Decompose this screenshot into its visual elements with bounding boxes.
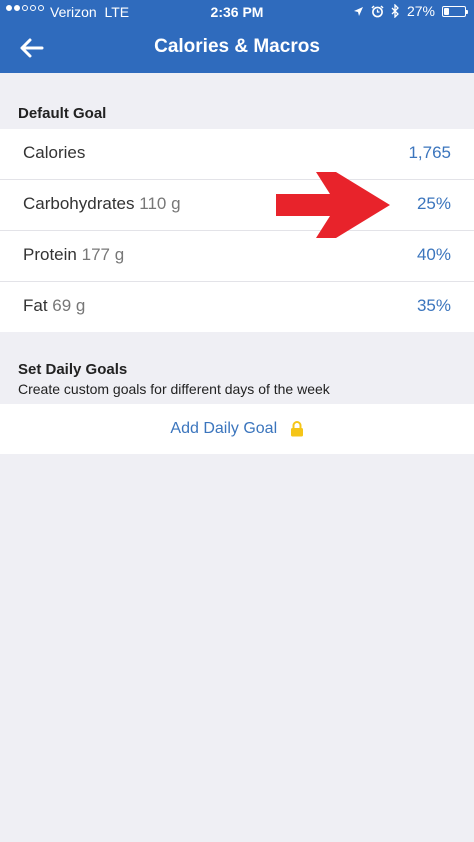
- default-goal-list: Calories 1,765 Carbohydrates 110 g 25% P…: [0, 129, 474, 332]
- top-bar: Verizon LTE 2:36 PM 27% Calories & Macro…: [0, 0, 474, 73]
- set-daily-goals-header: Set Daily Goals: [18, 361, 128, 378]
- add-daily-goal-label: Add Daily Goal: [170, 420, 278, 437]
- red-arrow-annotation-icon: [276, 172, 390, 238]
- default-goal-header: Default Goal: [18, 105, 107, 122]
- status-icons: 27%: [353, 3, 468, 19]
- fat-grams: 69 g: [52, 296, 86, 315]
- calories-row[interactable]: Calories 1,765: [0, 129, 474, 180]
- row-label: Protein 177 g: [23, 245, 125, 264]
- alarm-icon: [371, 4, 384, 17]
- battery-percent: 27%: [406, 3, 435, 19]
- status-bar: Verizon LTE 2:36 PM 27%: [0, 0, 474, 24]
- protein-percent: 40%: [416, 245, 451, 264]
- row-label: Fat 69 g: [23, 296, 86, 315]
- protein-grams: 177 g: [81, 245, 125, 264]
- carbohydrates-percent: 25%: [416, 194, 451, 213]
- row-label: Calories: [23, 143, 86, 162]
- calories-macros-screen: Verizon LTE 2:36 PM 27% Calories & Macro…: [0, 0, 474, 842]
- add-daily-goal-button[interactable]: Add Daily Goal: [0, 404, 474, 454]
- carbohydrates-grams: 110 g: [139, 194, 181, 213]
- row-label: Carbohydrates 110 g: [23, 194, 181, 213]
- location-icon: [353, 6, 363, 16]
- navigation-bar: Calories & Macros: [0, 24, 474, 73]
- lock-icon: [290, 420, 303, 437]
- battery-icon: [442, 5, 468, 17]
- page-title: Calories & Macros: [154, 36, 320, 57]
- fat-row[interactable]: Fat 69 g 35%: [0, 282, 474, 332]
- set-daily-goals-subtitle: Create custom goals for different days o…: [18, 381, 330, 397]
- fat-percent: 35%: [416, 296, 451, 315]
- carbohydrates-row[interactable]: Carbohydrates 110 g 25%: [0, 180, 474, 231]
- bluetooth-icon: [391, 4, 399, 18]
- protein-row[interactable]: Protein 177 g 40%: [0, 231, 474, 282]
- calories-value: 1,765: [408, 143, 451, 162]
